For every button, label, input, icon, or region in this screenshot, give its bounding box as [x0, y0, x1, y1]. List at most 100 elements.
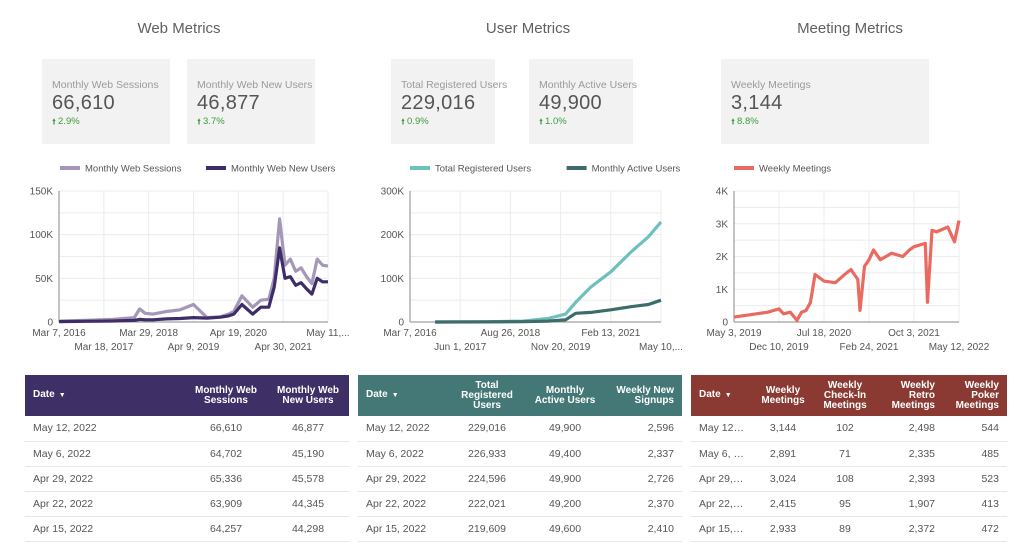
value-cell: 64,257	[185, 516, 267, 542]
column-header[interactable]: Weekly Retro Meetings	[877, 375, 943, 416]
x-tick-label: May 10,...	[639, 342, 683, 353]
meeting-metrics-table: Date ▼ Weekly Meetings Weekly Check-In Meet…	[691, 375, 1007, 542]
y-tick-label: 1K	[716, 285, 729, 296]
y-tick-label: 100K	[30, 230, 54, 241]
x-tick-label: Oct 3, 2021	[888, 328, 940, 339]
table-row: Apr 15, 2022 64,257 44,298	[25, 516, 349, 542]
value-cell: 2,498	[877, 416, 943, 442]
value-cell: 2,370	[606, 491, 682, 517]
column-header-label: Date	[699, 389, 721, 400]
web-metrics-chart: Monthly Web Sessions Monthly Web New User…	[0, 158, 358, 358]
column-header-label: Weekly Poker Meetings	[955, 379, 999, 411]
column-header-label: Weekly Check-In Meetings	[823, 379, 867, 411]
value-cell: 1,907	[877, 491, 943, 517]
value-cell: 49,900	[524, 416, 606, 442]
x-tick-label: Dec 10, 2019	[749, 342, 809, 353]
table-row: May 6, 2022 64,702 45,190	[25, 441, 349, 467]
column-header[interactable]: Total Registered Users	[450, 375, 524, 416]
value-cell: 44,345	[267, 491, 349, 517]
value-cell: 2,726	[606, 466, 682, 492]
legend-label: Monthly Web Sessions	[85, 164, 182, 175]
scorecard-value: 229,016	[401, 92, 476, 114]
column-header-label: Weekly Retro Meetings	[891, 379, 935, 411]
y-tick-label: 4K	[716, 187, 729, 198]
value-cell: 2,891	[753, 441, 813, 467]
column-header[interactable]: Weekly Meetings	[753, 375, 813, 416]
column-header[interactable]: Weekly New Signups	[606, 375, 682, 416]
value-cell: 64,702	[185, 441, 267, 467]
table-row: Apr 15, 2022 219,609 49,600 2,410	[358, 516, 682, 542]
scorecard-delta: 🠙 2.9%	[52, 116, 160, 130]
web-metrics-table: Date ▼ Monthly Web Sessions Monthly Web New…	[25, 375, 349, 542]
column-header-label: Date	[33, 389, 55, 400]
y-tick-label: 50K	[35, 274, 53, 285]
x-tick-label: May 3, 2019	[706, 328, 761, 339]
value-cell: 49,200	[524, 491, 606, 517]
date-cell: Apr 15, 2022	[25, 516, 185, 542]
sort-descending-icon[interactable]: ▼	[725, 392, 732, 399]
column-header-label: Weekly Meetings	[761, 384, 805, 406]
column-header[interactable]: Monthly Web New Users	[267, 375, 349, 416]
date-cell: May 6, 2022	[25, 441, 185, 467]
table-row: May 12, ... 3,144 102 2,498 544	[691, 416, 1007, 442]
value-cell: 472	[943, 516, 1007, 542]
x-tick-label: May 11,...	[306, 328, 349, 339]
value-cell: 224,596	[450, 466, 524, 492]
table-header-row: Date ▼ Weekly Meetings Weekly Check-In Meet…	[691, 375, 1007, 416]
table-row: Apr 22, 2022 222,021 49,200 2,370	[358, 491, 682, 517]
delta-value: 2.9%	[58, 116, 80, 127]
column-header[interactable]: Date ▼	[25, 375, 185, 416]
column-header[interactable]: Monthly Web Sessions	[185, 375, 267, 416]
web-metrics-title: Web Metrics	[137, 20, 221, 37]
scorecard-value: 66,610	[52, 92, 115, 114]
x-tick-label: Mar 18, 2017	[74, 342, 133, 353]
scorecard-delta: 🠙 1.0%	[539, 116, 623, 130]
sort-descending-icon[interactable]: ▼	[392, 392, 399, 399]
web-metrics-chart-svg: Monthly Web Sessions Monthly Web New User…	[30, 164, 350, 354]
value-cell: 45,190	[267, 441, 349, 467]
delta-value: 3.7%	[203, 116, 225, 127]
scorecard-delta: 🠙 0.9%	[401, 116, 485, 130]
value-cell: 2,596	[606, 416, 682, 442]
date-cell: Apr 22, 2...	[691, 491, 753, 517]
date-cell: Apr 29, 2022	[358, 466, 450, 492]
meeting-metrics-chart-svg: Weekly Meetings 0 1K 2K 3K 4K May 3, 2019 Dec 1…	[706, 164, 989, 354]
value-cell: 65,336	[185, 466, 267, 492]
value-cell: 3,144	[753, 416, 813, 442]
table-row: Apr 29, 2... 3,024 108 2,393 523	[691, 466, 1007, 492]
date-cell: Apr 22, 2022	[25, 491, 185, 517]
scorecard-delta: 🠙 8.8%	[731, 116, 919, 130]
value-cell: 229,016	[450, 416, 524, 442]
table-row: May 12, 2022 229,016 49,900 2,596	[358, 416, 682, 442]
x-tick-label: Nov 20, 2019	[531, 342, 591, 353]
scorecard-label: Weekly Meetings	[731, 79, 811, 91]
column-header[interactable]: Weekly Check-In Meetings	[813, 375, 877, 416]
value-cell: 95	[813, 491, 877, 517]
value-cell: 226,933	[450, 441, 524, 467]
scorecard-value: 3,144	[731, 92, 783, 114]
value-cell: 222,021	[450, 491, 524, 517]
y-tick-label: 0	[398, 318, 404, 329]
legend-label: Monthly Active Users	[592, 164, 681, 175]
x-tick-label: Feb 24, 2021	[840, 342, 899, 353]
arrow-up-icon: 🠙	[401, 117, 406, 126]
column-header[interactable]: Weekly Poker Meetings	[943, 375, 1007, 416]
table-header-row: Date ▼ Monthly Web Sessions Monthly Web New…	[25, 375, 349, 416]
legend-label: Monthly Web New Users	[231, 164, 336, 175]
scorecard-total-registered: Total Registered Users 229,016 🠙 0.9%	[391, 59, 507, 144]
y-tick-label: 150K	[30, 187, 54, 198]
y-tick-label: 200K	[381, 230, 405, 241]
x-tick-label: Jul 18, 2020	[797, 328, 852, 339]
column-header-label: Monthly Web New Users	[276, 384, 340, 406]
column-header-label: Date	[366, 389, 388, 400]
value-cell: 219,609	[450, 516, 524, 542]
column-header[interactable]: Monthly Active Users	[524, 375, 606, 416]
column-header[interactable]: Date ▼	[691, 375, 753, 416]
value-cell: 71	[813, 441, 877, 467]
y-tick-label: 100K	[381, 274, 405, 285]
column-header[interactable]: Date ▼	[358, 375, 450, 416]
scorecard-monthly-active: Monthly Active Users 49,900 🠙 1.0%	[529, 59, 637, 144]
value-cell: 89	[813, 516, 877, 542]
user-metrics-chart: Total Registered Users Monthly Active Use…	[350, 158, 690, 358]
sort-descending-icon[interactable]: ▼	[59, 392, 66, 399]
